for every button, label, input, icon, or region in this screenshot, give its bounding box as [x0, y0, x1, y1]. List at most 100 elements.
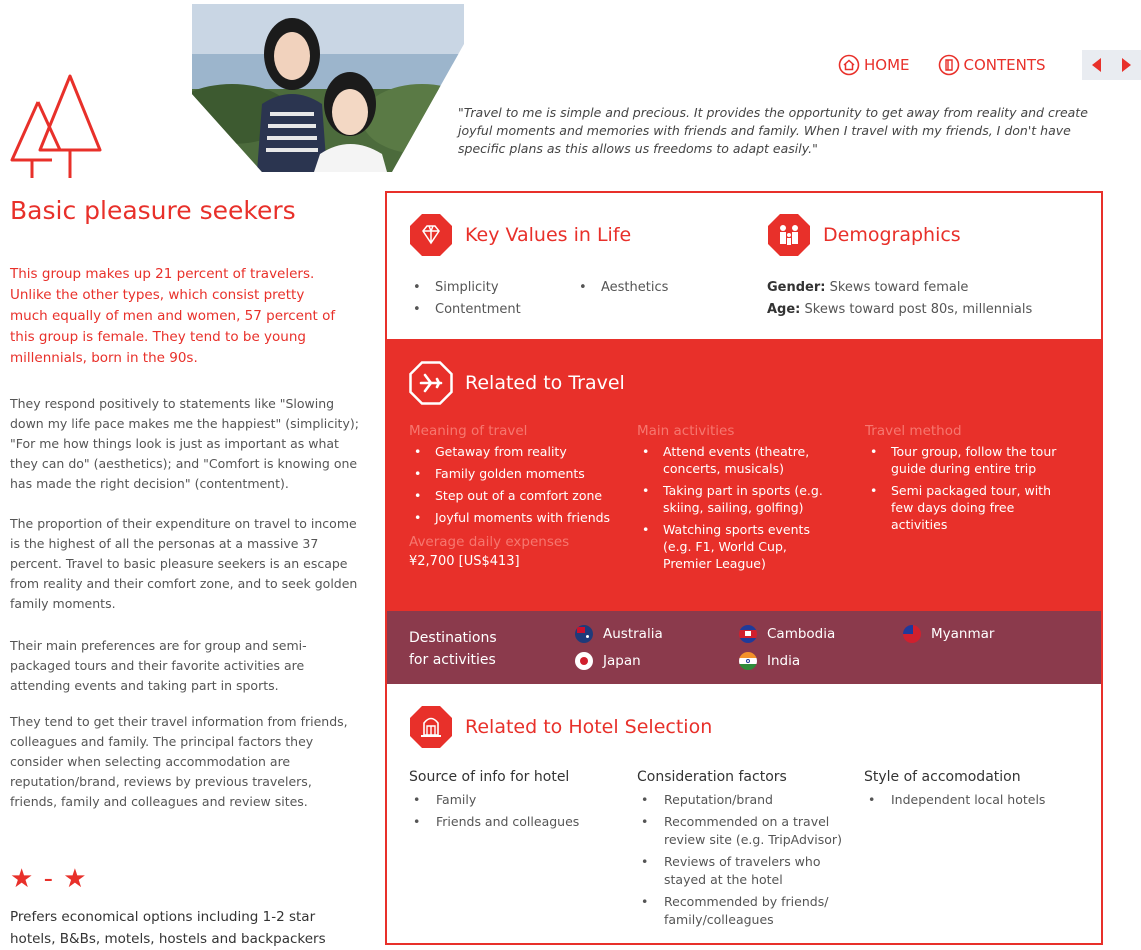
method-list: Tour group, follow the tour guide during… — [865, 443, 1065, 533]
demographics-title: Demographics — [823, 224, 961, 246]
demographics-info: Gender: Skews toward female Age: Skews t… — [767, 277, 1032, 321]
country-name: Japan — [603, 653, 641, 669]
book-icon — [938, 54, 959, 76]
activities-list: Attend events (theatre, concerts, musica… — [637, 443, 827, 572]
persona-details-panel: Key Values in Life Simplicity Contentmen… — [385, 191, 1103, 945]
hotel-factors-subtitle: Consideration factors — [637, 769, 787, 785]
travelers-photo — [192, 4, 464, 172]
destinations-band: Destinations for activities Australia Ca… — [387, 611, 1101, 684]
home-icon — [838, 54, 860, 76]
persona-intro: This group makes up 21 percent of travel… — [10, 266, 336, 366]
country-japan: Japan — [575, 652, 641, 670]
country-name: Myanmar — [931, 626, 995, 642]
contents-label: CONTENTS — [963, 56, 1046, 74]
country-name: Australia — [603, 626, 663, 642]
japan-flag-icon — [575, 652, 593, 670]
country-australia: Australia — [575, 625, 663, 643]
list-item: Attend events (theatre, concerts, musica… — [637, 443, 827, 477]
trees-icon — [10, 74, 102, 178]
list-item: Reputation/brand — [637, 791, 847, 809]
myanmar-flag-icon — [903, 625, 921, 643]
meaning-column: Meaning of travel Getaway from reality F… — [409, 423, 619, 569]
australia-flag-icon — [575, 625, 593, 643]
method-subtitle: Travel method — [865, 423, 962, 439]
list-item: Recommended by friends/ family/colleague… — [637, 893, 847, 929]
list-item: Family golden moments — [409, 465, 619, 482]
list-item: Family — [409, 791, 619, 809]
traveler-quote: "Travel to me is simple and precious. It… — [458, 105, 1088, 156]
persona-paragraph: They respond positively to statements li… — [10, 396, 359, 491]
persona-paragraph: They tend to get their travel informatio… — [10, 714, 348, 809]
activities-subtitle: Main activities — [637, 423, 735, 439]
key-values-title: Key Values in Life — [465, 224, 632, 246]
key-values-list: Aesthetics — [575, 277, 668, 299]
age-row: Age: Skews toward post 80s, millennials — [767, 299, 1032, 321]
hotel-style-subtitle: Style of accomodation — [864, 769, 1021, 785]
list-item: Taking part in sports (e.g. skiing, sail… — [637, 482, 827, 516]
travel-title: Related to Travel — [465, 372, 625, 394]
list-item: Contentment — [409, 299, 521, 321]
country-name: India — [767, 653, 801, 669]
list-item: Watching sports events (e.g. F1, World C… — [637, 521, 827, 572]
destinations-label-line: Destinations — [409, 630, 497, 646]
hotel-factors-list: Reputation/brand Recommended on a travel… — [637, 791, 847, 929]
list-item: Semi packaged tour, with few days doing … — [865, 482, 1065, 533]
activities-column: Main activities Attend events (theatre, … — [637, 423, 827, 577]
key-values-list: Simplicity Contentment — [409, 277, 521, 321]
previous-page-arrow-icon[interactable] — [1092, 58, 1102, 72]
gender-row: Gender: Skews toward female — [767, 277, 1032, 299]
hotel-source-list: Family Friends and colleagues — [409, 791, 619, 831]
gender-label: Gender: — [767, 280, 826, 295]
list-item: Step out of a comfort zone — [409, 487, 619, 504]
persona-title: Basic pleasure seekers — [10, 196, 296, 225]
country-india: India — [739, 652, 800, 670]
meaning-subtitle: Meaning of travel — [409, 423, 528, 439]
list-item: Joyful moments with friends — [409, 509, 619, 526]
airplane-icon — [409, 361, 453, 405]
list-item: Aesthetics — [575, 277, 668, 299]
list-item: Independent local hotels — [864, 791, 1084, 809]
hotel-source-column: Source of info for hotel Family Friends … — [409, 769, 619, 835]
meaning-list: Getaway from reality Family golden momen… — [409, 443, 619, 526]
list-item: Tour group, follow the tour guide during… — [865, 443, 1065, 477]
country-myanmar: Myanmar — [903, 625, 994, 643]
destinations-label: Destinations for activities — [409, 627, 529, 671]
people-icon — [768, 214, 810, 256]
country-name: Cambodia — [767, 626, 836, 642]
list-item: Recommended on a travel review site (e.g… — [637, 813, 847, 849]
gender-value: Skews toward female — [825, 280, 969, 295]
hotel-style-column: Style of accomodation Independent local … — [864, 769, 1084, 813]
india-flag-icon — [739, 652, 757, 670]
hotel-source-subtitle: Source of info for hotel — [409, 769, 570, 785]
home-button[interactable]: HOME — [838, 54, 910, 76]
hotel-title: Related to Hotel Selection — [465, 716, 713, 738]
age-value: Skews toward post 80s, millennials — [800, 302, 1033, 317]
top-nav: HOME CONTENTS — [838, 50, 1074, 80]
contents-button[interactable]: CONTENTS — [938, 54, 1046, 76]
expense-value: ¥2,700 [US$413] — [409, 554, 520, 569]
travel-heading: Related to Travel — [409, 361, 625, 405]
hotel-bell-icon — [410, 706, 452, 748]
hotel-style-list: Independent local hotels — [864, 791, 1084, 809]
hotel-factors-column: Consideration factors Reputation/brand R… — [637, 769, 847, 933]
cambodia-flag-icon — [739, 625, 757, 643]
star-rating-note: Prefers economical options including 1-2… — [10, 909, 326, 947]
hotel-heading: Related to Hotel Selection — [409, 705, 712, 749]
method-column: Travel method Tour group, follow the tou… — [865, 423, 1065, 538]
country-cambodia: Cambodia — [739, 625, 835, 643]
age-label: Age: — [767, 302, 801, 317]
home-label: HOME — [864, 56, 910, 74]
page-arrows — [1082, 50, 1141, 80]
star-rating: ★ - ★ — [10, 864, 88, 894]
diamond-icon — [410, 214, 452, 256]
persona-paragraph: The proportion of their expenditure on t… — [10, 516, 358, 611]
next-page-arrow-icon[interactable] — [1121, 58, 1131, 72]
expense-subtitle: Average daily expenses — [409, 534, 570, 550]
persona-paragraph: Their main preferences are for group and… — [10, 638, 307, 693]
travel-section: Related to Travel Meaning of travel Geta… — [387, 339, 1101, 611]
demographics-heading: Demographics — [767, 213, 961, 257]
list-item: Reviews of travelers who stayed at the h… — [637, 853, 847, 889]
list-item: Getaway from reality — [409, 443, 619, 460]
key-values-heading: Key Values in Life — [409, 213, 631, 257]
list-item: Simplicity — [409, 277, 521, 299]
